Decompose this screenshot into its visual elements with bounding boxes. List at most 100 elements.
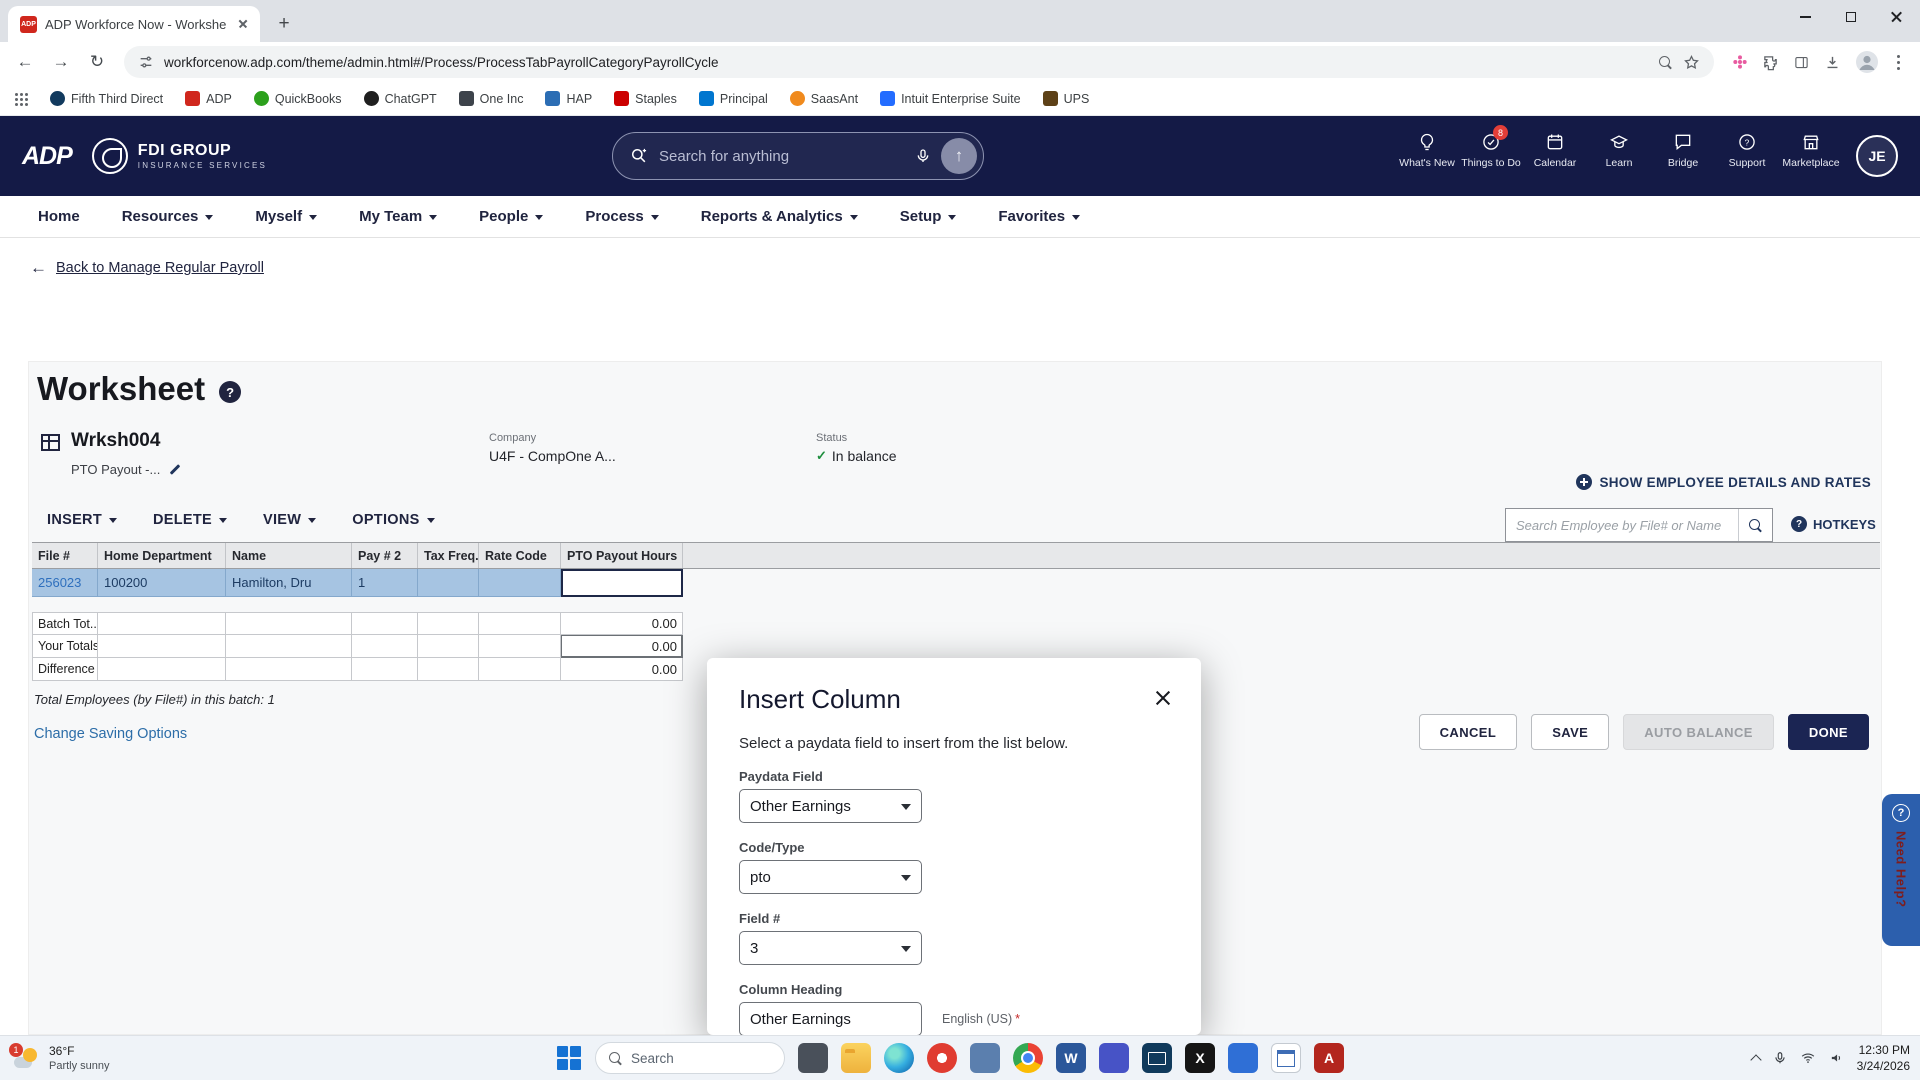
change-saving-options-link[interactable]: Change Saving Options bbox=[34, 726, 187, 742]
nav-item-favorites[interactable]: Favorites bbox=[998, 208, 1081, 225]
options-menu[interactable]: OPTIONS bbox=[352, 512, 435, 528]
column-header-file[interactable]: File # bbox=[32, 543, 98, 568]
spreadsheet-app-icon[interactable] bbox=[1271, 1043, 1301, 1073]
cell-tax-freq[interactable] bbox=[418, 569, 479, 597]
mic-tray-icon[interactable] bbox=[1773, 1051, 1787, 1065]
refresh-icon[interactable]: ↻ bbox=[82, 47, 112, 77]
header-icon-calendar[interactable]: Calendar bbox=[1526, 129, 1584, 169]
downloads-icon[interactable] bbox=[1824, 54, 1841, 71]
mail-app-icon[interactable] bbox=[1142, 1043, 1172, 1073]
back-icon[interactable]: ← bbox=[10, 47, 40, 77]
help-icon[interactable]: ? bbox=[219, 381, 242, 403]
modal-close-icon[interactable] bbox=[1153, 688, 1173, 708]
header-icon-marketplace[interactable]: Marketplace bbox=[1782, 129, 1840, 169]
bookmark-intuit[interactable]: Intuit Enterprise Suite bbox=[880, 91, 1021, 106]
tab-close-icon[interactable] bbox=[234, 15, 252, 33]
header-icon-support[interactable]: ? Support bbox=[1718, 129, 1776, 169]
volume-icon[interactable] bbox=[1829, 1051, 1844, 1065]
nav-item-home[interactable]: Home bbox=[38, 208, 80, 225]
tray-chevron-icon[interactable] bbox=[1749, 1054, 1762, 1066]
bookmark-quickbooks[interactable]: QuickBooks bbox=[253, 91, 342, 106]
paydata-field-select[interactable]: Other Earnings bbox=[739, 789, 922, 823]
back-to-payroll-link[interactable]: ← Back to Manage Regular Payroll bbox=[30, 258, 264, 278]
extensions-puzzle-icon[interactable] bbox=[1762, 54, 1779, 71]
column-header-name[interactable]: Name bbox=[226, 543, 352, 568]
profile-avatar-icon[interactable] bbox=[1855, 50, 1879, 74]
taskbar-weather-widget[interactable]: 1 36°F Partly sunny bbox=[8, 1041, 116, 1076]
window-minimize-button[interactable] bbox=[1782, 0, 1828, 34]
taskbar-clock[interactable]: 12:30 PM 3/24/2026 bbox=[1857, 1042, 1910, 1074]
file-explorer-icon[interactable] bbox=[841, 1043, 871, 1073]
start-button[interactable] bbox=[556, 1045, 582, 1071]
edge-icon[interactable] bbox=[884, 1043, 914, 1073]
side-panel-icon[interactable] bbox=[1793, 55, 1810, 70]
chrome-icon[interactable] bbox=[1013, 1043, 1043, 1073]
bookmark-saasant[interactable]: SaasAnt bbox=[789, 91, 858, 106]
bookmark-hap[interactable]: HAP bbox=[545, 91, 592, 106]
nav-item-resources[interactable]: Resources bbox=[122, 208, 214, 225]
app-icon-gray[interactable] bbox=[798, 1043, 828, 1073]
bookmark-staples[interactable]: Staples bbox=[614, 91, 677, 106]
bookmark-principal[interactable]: Principal bbox=[698, 91, 768, 106]
cell-pay2[interactable]: 1 bbox=[352, 569, 418, 597]
bookmark-chatgpt[interactable]: ChatGPT bbox=[363, 91, 437, 106]
search-submit-button[interactable]: ↑ bbox=[941, 138, 977, 174]
window-close-button[interactable] bbox=[1874, 0, 1920, 34]
column-header-pto-hours[interactable]: PTO Payout Hours bbox=[561, 543, 683, 568]
show-employee-details-link[interactable]: SHOW EMPLOYEE DETAILS AND RATES bbox=[1576, 474, 1871, 490]
cell-file-number[interactable]: 256023 bbox=[32, 569, 98, 597]
mic-icon[interactable] bbox=[915, 148, 931, 164]
app-icon-red[interactable] bbox=[927, 1043, 957, 1073]
global-search-bar[interactable]: Search for anything ↑ bbox=[612, 132, 984, 180]
column-header-department[interactable]: Home Department bbox=[98, 543, 226, 568]
column-header-tax-freq[interactable]: Tax Freq... bbox=[418, 543, 479, 568]
app-icon-steel[interactable] bbox=[970, 1043, 1000, 1073]
zoom-icon[interactable] bbox=[1658, 55, 1673, 70]
nav-item-setup[interactable]: Setup bbox=[900, 208, 957, 225]
field-number-select[interactable]: 3 bbox=[739, 931, 922, 965]
browser-menu-icon[interactable] bbox=[1897, 60, 1900, 64]
employee-search-input[interactable] bbox=[1506, 509, 1738, 541]
nav-item-process[interactable]: Process bbox=[585, 208, 659, 225]
bookmark-one-inc[interactable]: One Inc bbox=[458, 91, 523, 106]
code-type-select[interactable]: pto bbox=[739, 860, 922, 894]
save-button[interactable]: SAVE bbox=[1531, 714, 1610, 750]
cancel-button[interactable]: CANCEL bbox=[1418, 714, 1518, 750]
nav-item-reports-analytics[interactable]: Reports & Analytics bbox=[701, 208, 858, 225]
cell-pto-hours-selected[interactable] bbox=[561, 569, 683, 597]
teams-app-icon[interactable] bbox=[1099, 1043, 1129, 1073]
apps-grid-icon[interactable] bbox=[14, 92, 28, 106]
nav-item-myself[interactable]: Myself bbox=[255, 208, 318, 225]
cell-department[interactable]: 100200 bbox=[98, 569, 226, 597]
header-icon-bridge[interactable]: Bridge bbox=[1654, 129, 1712, 169]
nav-item-people[interactable]: People bbox=[479, 208, 544, 225]
bookmark-adp[interactable]: ADP bbox=[185, 91, 232, 106]
word-app-icon[interactable]: W bbox=[1056, 1043, 1086, 1073]
x-app-icon[interactable]: X bbox=[1185, 1043, 1215, 1073]
address-bar[interactable]: workforcenow.adp.com/theme/admin.html#/P… bbox=[124, 46, 1714, 78]
insert-menu[interactable]: INSERT bbox=[47, 512, 117, 528]
view-menu[interactable]: VIEW bbox=[263, 512, 317, 528]
column-header-rate-code[interactable]: Rate Code bbox=[479, 543, 561, 568]
window-maximize-button[interactable] bbox=[1828, 0, 1874, 34]
header-icon-learn[interactable]: Learn bbox=[1590, 129, 1648, 169]
user-avatar[interactable]: JE bbox=[1856, 135, 1898, 177]
wifi-icon[interactable] bbox=[1800, 1051, 1816, 1065]
forward-icon[interactable]: → bbox=[46, 47, 76, 77]
cell-employee-name[interactable]: Hamilton, Dru bbox=[226, 569, 352, 597]
column-header-pay2[interactable]: Pay # 2 bbox=[352, 543, 418, 568]
done-button[interactable]: DONE bbox=[1787, 714, 1869, 750]
acrobat-icon[interactable]: A bbox=[1314, 1043, 1344, 1073]
column-heading-input[interactable] bbox=[739, 1002, 922, 1035]
header-icon-things-to-do[interactable]: 8 Things to Do bbox=[1461, 125, 1521, 169]
bookmark-ups[interactable]: UPS bbox=[1042, 91, 1089, 106]
bookmark-star-icon[interactable] bbox=[1683, 54, 1700, 71]
header-icon-whats-new[interactable]: What's New bbox=[1398, 129, 1456, 169]
need-help-tab[interactable]: ? Need Help? bbox=[1882, 794, 1920, 946]
bookmark-fifth-third[interactable]: Fifth Third Direct bbox=[50, 91, 163, 106]
nav-item-my-team[interactable]: My Team bbox=[359, 208, 438, 225]
browser-tab[interactable]: ADP ADP Workforce Now - Workshe... bbox=[8, 6, 260, 42]
app-icon-blue[interactable] bbox=[1228, 1043, 1258, 1073]
cell-rate-code[interactable] bbox=[479, 569, 561, 597]
delete-menu[interactable]: DELETE bbox=[153, 512, 227, 528]
